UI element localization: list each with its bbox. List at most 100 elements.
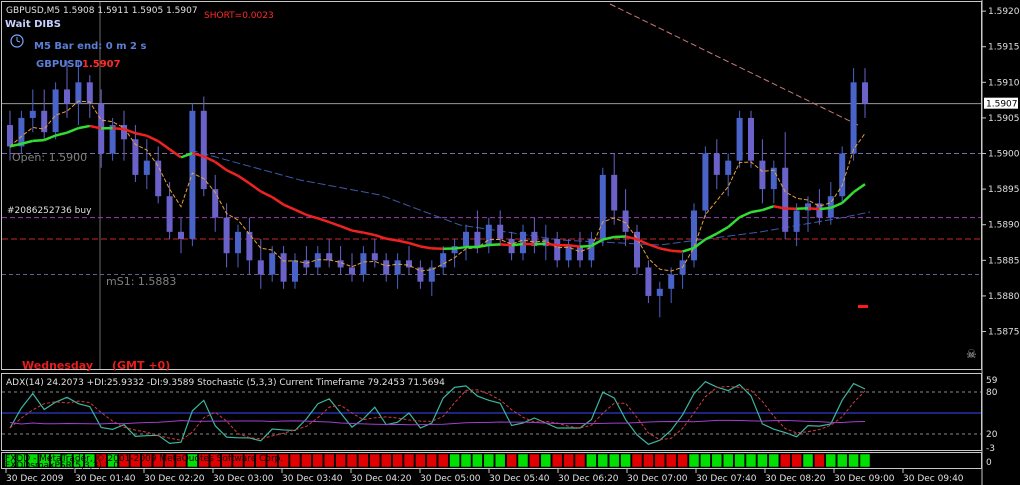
candle[interactable] [748,110,754,168]
price-tick-label: 1.5875 [988,328,1020,338]
candle[interactable] [554,231,561,268]
candle[interactable] [178,217,184,254]
candle[interactable] [314,246,321,275]
candle[interactable] [86,75,93,118]
candle[interactable] [599,167,606,247]
slow-ma-segment [340,225,353,232]
candle[interactable] [679,253,686,289]
signal-bar [426,453,438,468]
candle[interactable] [451,238,458,268]
signal-bar [415,453,426,468]
candle[interactable] [428,260,435,296]
slow-ma-segment [750,208,763,214]
signal-bar [312,453,324,468]
candle[interactable] [782,132,789,239]
price-axis[interactable]: 1.5920 1.5915 1.5910 1.5905 1.5900 1.5895 1.58… [982,7,1020,338]
candle[interactable] [440,246,447,275]
candle[interactable] [337,246,344,275]
candle[interactable] [212,174,219,232]
slow-ma-segment [579,244,592,248]
candle[interactable] [588,231,595,268]
slow-ma-segment [454,245,467,250]
candle[interactable] [52,82,59,140]
candle[interactable] [713,139,720,190]
candle[interactable] [235,224,241,268]
trading-chart[interactable]: GBPUSD,M5 1.5908 1.5911 1.5905 1.5907 SH… [0,0,1020,485]
candle[interactable] [280,246,287,289]
indicator-tick-label: -3 [986,444,995,454]
candle[interactable] [406,246,412,275]
candle[interactable] [371,238,378,268]
candle[interactable] [770,160,777,204]
candle[interactable] [166,182,173,239]
candle[interactable] [360,246,367,282]
candle[interactable] [736,110,743,168]
candle[interactable] [155,146,162,204]
candle[interactable] [75,60,82,126]
long-ma-line [189,149,871,246]
candle[interactable] [326,238,333,268]
time-tick-label: 30 Dec 04:20 [351,474,412,484]
candle-body [314,253,321,268]
candle[interactable] [702,146,709,218]
candle-body [155,160,162,197]
candle[interactable] [816,189,823,225]
current-price-label: 1.5907 [986,100,1018,110]
candle[interactable] [520,224,526,261]
candle-body [793,210,800,232]
candle[interactable] [839,146,846,204]
candle[interactable] [246,217,253,275]
signal-bar [802,453,814,468]
candle[interactable] [634,224,640,275]
candle[interactable] [394,253,401,289]
signal-bar [643,453,654,468]
candle-body [577,246,583,261]
short-label: SHORT=0.0023 [204,11,274,21]
candle[interactable] [645,260,652,304]
candle[interactable] [349,253,355,282]
candle[interactable] [485,217,492,254]
candle[interactable] [565,238,572,268]
candle[interactable] [143,139,150,190]
signal-bar [859,453,871,468]
candle[interactable] [463,224,469,261]
signal-bar [529,453,540,468]
slow-ma-segment [78,124,91,130]
candle[interactable] [303,246,310,275]
price-tick-label: 1.5900 [988,150,1020,160]
candle-body [360,253,367,275]
candle[interactable] [417,260,424,289]
slow-ma-segment [351,229,364,234]
time-tick-label: 30 Dec 07:40 [696,474,757,484]
candle[interactable] [292,253,298,289]
candle[interactable] [668,267,675,304]
candle[interactable] [862,68,868,118]
time-tick-label: 30 Dec 03:00 [213,474,274,484]
candle[interactable] [691,203,697,268]
slow-ma-segment [157,140,171,151]
signal-bar [380,453,392,468]
price-tick-label: 1.5905 [988,114,1020,124]
time-tick-label: 30 Dec 05:40 [489,474,550,484]
candle[interactable] [577,231,583,268]
time-axis[interactable]: 30 Dec 2009 30 Dec 01:40 30 Dec 02:20 30 De… [5,469,964,484]
time-tick-label: 30 Dec 08:20 [765,474,826,484]
candle-body [337,260,344,268]
candle[interactable] [656,281,663,318]
candle[interactable] [29,89,36,133]
signal-bar [358,453,369,468]
candle[interactable] [109,117,116,161]
candle-body [668,274,675,289]
candle[interactable] [531,217,538,254]
slow-ma-segment [716,225,729,235]
slow-ma-segment [317,217,330,224]
candle[interactable] [18,110,25,154]
candle-body [292,260,298,282]
candle[interactable] [611,153,618,225]
candle[interactable] [41,89,48,140]
candle[interactable] [383,253,390,282]
signal-bar [392,453,403,468]
candle[interactable] [189,103,196,247]
slow-ma-segment [500,243,512,247]
price-tick-label: 1.5890 [988,221,1020,231]
